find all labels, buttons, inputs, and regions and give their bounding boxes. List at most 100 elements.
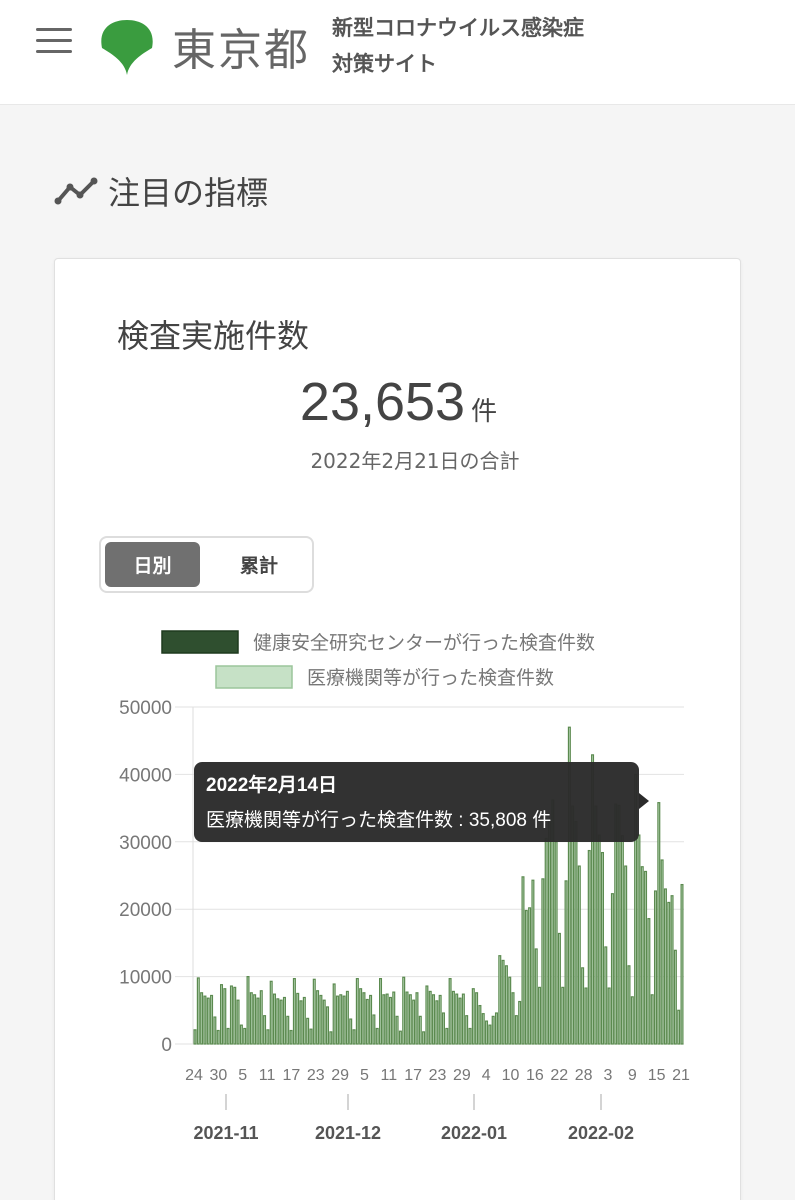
bar-medical[interactable] <box>203 995 207 1045</box>
bar-medical[interactable] <box>657 802 661 1045</box>
bar-medical[interactable] <box>604 946 608 1045</box>
bar-medical[interactable] <box>451 990 455 1045</box>
bar-medical[interactable] <box>475 992 479 1045</box>
bar-medical[interactable] <box>557 932 561 1045</box>
bar-medical[interactable] <box>269 980 273 1045</box>
bar-medical[interactable] <box>432 994 436 1045</box>
bar-medical[interactable] <box>528 907 532 1045</box>
bar-medical[interactable] <box>660 859 664 1045</box>
bar-medical[interactable] <box>385 993 389 1045</box>
bar-medical[interactable] <box>375 1027 379 1045</box>
bar-medical[interactable] <box>653 890 658 1045</box>
bar-medical[interactable] <box>488 1024 492 1045</box>
bar-medical[interactable] <box>574 820 578 1045</box>
bar-medical[interactable] <box>332 983 336 1045</box>
bar-medical[interactable] <box>448 978 452 1045</box>
bar-medical[interactable] <box>272 993 277 1045</box>
bar-medical[interactable] <box>677 1009 681 1045</box>
bar-medical[interactable] <box>256 997 260 1045</box>
bar-medical[interactable] <box>524 909 528 1045</box>
bar-medical[interactable] <box>438 994 442 1045</box>
bar-medical[interactable] <box>223 988 227 1045</box>
bar-medical[interactable] <box>329 1031 333 1045</box>
bar-medical[interactable] <box>266 1029 270 1045</box>
bar-medical[interactable] <box>465 1015 469 1045</box>
bar-medical[interactable] <box>494 1012 498 1045</box>
bar-medical[interactable] <box>402 976 406 1045</box>
bar-medical[interactable] <box>216 1029 220 1045</box>
bar-medical[interactable] <box>561 986 565 1045</box>
bar-medical[interactable] <box>670 895 674 1045</box>
bar-medical[interactable] <box>581 967 585 1045</box>
bar-medical[interactable] <box>577 865 581 1045</box>
bar-medical[interactable] <box>663 888 667 1045</box>
bar-medical[interactable] <box>253 994 257 1045</box>
bar-medical[interactable] <box>624 865 628 1045</box>
bar-medical[interactable] <box>471 988 475 1045</box>
bar-medical[interactable] <box>412 999 416 1045</box>
bar-medical[interactable] <box>518 1000 522 1045</box>
bar-medical[interactable] <box>246 975 250 1045</box>
bar-medical[interactable] <box>312 978 316 1045</box>
bar-medical[interactable] <box>349 1018 353 1045</box>
bar-medical[interactable] <box>514 1015 518 1045</box>
bar-medical[interactable] <box>206 997 210 1045</box>
bar-medical[interactable] <box>289 1029 293 1045</box>
bar-medical[interactable] <box>345 990 349 1045</box>
bar-medical[interactable] <box>196 977 200 1045</box>
bar-medical[interactable] <box>640 866 644 1045</box>
bar-medical[interactable] <box>392 991 396 1045</box>
bar-medical[interactable] <box>335 995 339 1045</box>
bar-medical[interactable] <box>441 1012 445 1045</box>
bar-medical[interactable] <box>607 987 611 1045</box>
bar-medical[interactable] <box>531 879 535 1045</box>
bar-medical[interactable] <box>398 1030 402 1045</box>
bar-medical[interactable] <box>428 990 432 1045</box>
bar-medical[interactable] <box>263 1015 267 1045</box>
bar-medical[interactable] <box>193 1029 197 1045</box>
bar-medical[interactable] <box>644 870 648 1045</box>
bar-medical[interactable] <box>355 978 359 1045</box>
bar-medical[interactable] <box>405 991 409 1045</box>
legend-swatch-medical[interactable] <box>215 665 293 689</box>
bar-medical[interactable] <box>319 994 323 1045</box>
bar-medical[interactable] <box>379 978 383 1045</box>
bar-medical[interactable] <box>302 996 306 1045</box>
bar-medical[interactable] <box>200 992 204 1045</box>
bar-medical[interactable] <box>249 992 253 1045</box>
bar-medical[interactable] <box>342 995 346 1045</box>
bar-medical[interactable] <box>501 959 505 1045</box>
bar-medical[interactable] <box>408 994 412 1045</box>
bar-medical[interactable] <box>521 876 525 1045</box>
bar-medical[interactable] <box>229 985 233 1045</box>
bar-medical[interactable] <box>425 985 429 1045</box>
bar-medical[interactable] <box>584 987 588 1045</box>
bar-medical[interactable] <box>597 834 601 1045</box>
bar-medical[interactable] <box>286 1015 290 1045</box>
bar-medical[interactable] <box>564 880 568 1045</box>
bar-medical[interactable] <box>239 1024 243 1045</box>
bar-medical[interactable] <box>292 978 296 1045</box>
bar-medical[interactable] <box>388 996 392 1045</box>
bar-medical[interactable] <box>226 1027 230 1045</box>
bar-medical[interactable] <box>468 1027 472 1045</box>
bar-medical[interactable] <box>219 984 224 1045</box>
bar-medical[interactable] <box>236 999 240 1045</box>
bar-medical[interactable] <box>210 994 214 1045</box>
bar-medical[interactable] <box>630 996 634 1045</box>
bar-medical[interactable] <box>534 948 538 1045</box>
bar-medical[interactable] <box>508 976 512 1045</box>
bar-medical[interactable] <box>458 997 462 1045</box>
bar-medical[interactable] <box>279 999 283 1045</box>
bar-medical[interactable] <box>511 992 515 1045</box>
bar-medical[interactable] <box>395 1015 399 1045</box>
bar-medical[interactable] <box>485 1020 489 1045</box>
bar-medical[interactable] <box>554 841 558 1045</box>
bar-medical[interactable] <box>587 849 591 1045</box>
bar-medical[interactable] <box>600 851 605 1045</box>
bar-medical[interactable] <box>282 996 286 1045</box>
bar-medical[interactable] <box>547 820 551 1045</box>
bar-medical[interactable] <box>610 893 614 1045</box>
bar-medical[interactable] <box>299 1000 303 1045</box>
bar-medical[interactable] <box>461 993 465 1045</box>
